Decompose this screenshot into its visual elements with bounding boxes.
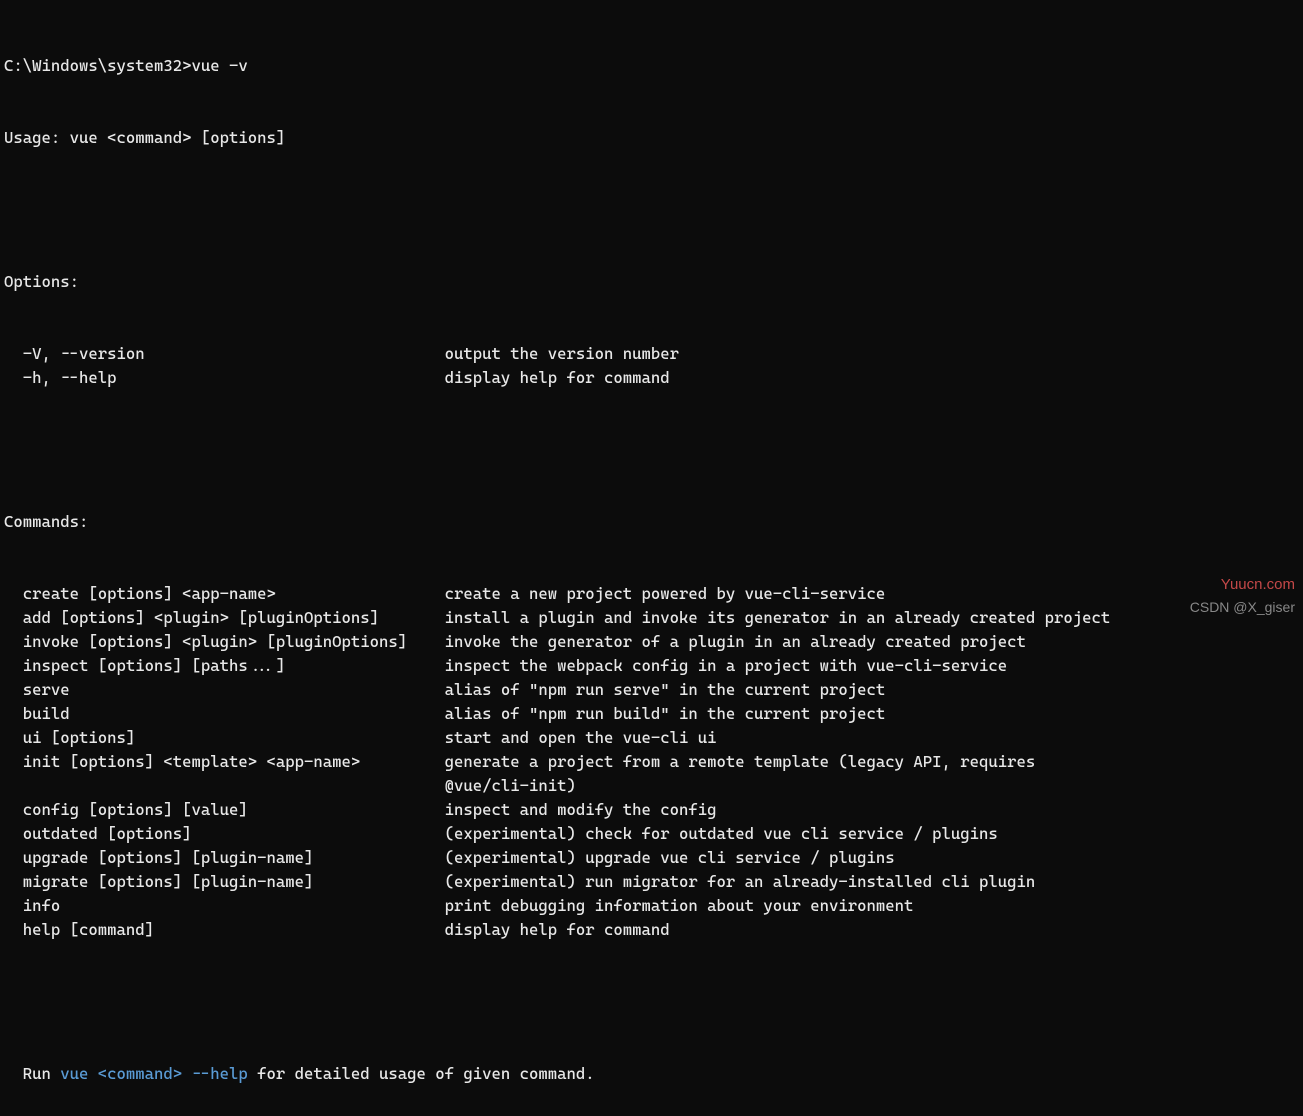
commands-header: Commands:: [4, 510, 1299, 534]
command-desc: create a new project powered by vue-cli-…: [445, 582, 1299, 606]
command-name: config [options] [value]: [4, 798, 445, 822]
options-header: Options:: [4, 270, 1299, 294]
footer-line: Run vue <command> --help for detailed us…: [4, 1062, 1299, 1086]
command-desc: inspect the webpack config in a project …: [445, 654, 1299, 678]
usage-line: Usage: vue <command> [options]: [4, 126, 1299, 150]
option-desc: display help for command: [445, 366, 1299, 390]
command-row: add [options] <plugin> [pluginOptions]in…: [4, 606, 1299, 630]
command-name: info: [4, 894, 445, 918]
command-desc: alias of "npm run build" in the current …: [445, 702, 1299, 726]
command-desc: start and open the vue-cli ui: [445, 726, 1299, 750]
command-row: servealias of "npm run serve" in the cur…: [4, 678, 1299, 702]
command-name: serve: [4, 678, 445, 702]
command-row: migrate [options] [plugin-name](experime…: [4, 870, 1299, 894]
command-desc: generate a project from a remote templat…: [445, 750, 1299, 774]
command-row: config [options] [value]inspect and modi…: [4, 798, 1299, 822]
command-row: ui [options]start and open the vue-cli u…: [4, 726, 1299, 750]
command-desc: (experimental) upgrade vue cli service /…: [445, 846, 1299, 870]
options-list: -V, --versionoutput the version number-h…: [4, 342, 1299, 390]
terminal-output[interactable]: C:\Windows\system32>vue -v Usage: vue <c…: [0, 0, 1303, 1116]
command-desc: install a plugin and invoke its generato…: [445, 606, 1299, 630]
command-row: upgrade [options] [plugin-name](experime…: [4, 846, 1299, 870]
option-flag: -h, --help: [4, 366, 445, 390]
command-row: create [options] <app-name>create a new …: [4, 582, 1299, 606]
command-desc: display help for command: [445, 918, 1299, 942]
command-row: inspect [options] [paths...]inspect the …: [4, 654, 1299, 678]
command-row: help [command]display help for command: [4, 918, 1299, 942]
command-name: [4, 774, 445, 798]
command-desc: print debugging information about your e…: [445, 894, 1299, 918]
command-desc: alias of "npm run serve" in the current …: [445, 678, 1299, 702]
option-row: -V, --versionoutput the version number: [4, 342, 1299, 366]
footer-suffix: for detailed usage of given command.: [248, 1064, 595, 1083]
command-row: buildalias of "npm run build" in the cur…: [4, 702, 1299, 726]
command-name: outdated [options]: [4, 822, 445, 846]
blank-line: [4, 990, 1299, 1014]
option-desc: output the version number: [445, 342, 1299, 366]
command-name: invoke [options] <plugin> [pluginOptions…: [4, 630, 445, 654]
typed-command: vue -v: [192, 56, 248, 75]
command-name: ui [options]: [4, 726, 445, 750]
footer-prefix: Run: [4, 1064, 60, 1083]
option-row: -h, --helpdisplay help for command: [4, 366, 1299, 390]
command-name: add [options] <plugin> [pluginOptions]: [4, 606, 445, 630]
prompt: C:\Windows\system32>: [4, 56, 192, 75]
command-name: help [command]: [4, 918, 445, 942]
commands-list: create [options] <app-name>create a new …: [4, 582, 1299, 942]
command-name: inspect [options] [paths...]: [4, 654, 445, 678]
command-row: @vue/cli-init): [4, 774, 1299, 798]
command-name: build: [4, 702, 445, 726]
blank-line: [4, 438, 1299, 462]
command-row: init [options] <template> <app-name>gene…: [4, 750, 1299, 774]
command-desc: (experimental) check for outdated vue cl…: [445, 822, 1299, 846]
command-name: migrate [options] [plugin-name]: [4, 870, 445, 894]
command-name: init [options] <template> <app-name>: [4, 750, 445, 774]
command-name: upgrade [options] [plugin-name]: [4, 846, 445, 870]
command-desc: @vue/cli-init): [445, 774, 1299, 798]
command-row: invoke [options] <plugin> [pluginOptions…: [4, 630, 1299, 654]
footer-highlight: vue <command> --help: [60, 1064, 248, 1083]
command-desc: invoke the generator of a plugin in an a…: [445, 630, 1299, 654]
command-name: create [options] <app-name>: [4, 582, 445, 606]
watermark-site: Yuucn.com: [1221, 574, 1295, 597]
command-desc: inspect and modify the config: [445, 798, 1299, 822]
command-row: outdated [options](experimental) check f…: [4, 822, 1299, 846]
command-desc: (experimental) run migrator for an alrea…: [445, 870, 1299, 894]
command-row: infoprint debugging information about yo…: [4, 894, 1299, 918]
blank-line: [4, 198, 1299, 222]
watermark-author: CSDN @X_giser: [1190, 597, 1295, 618]
prompt-line: C:\Windows\system32>vue -v: [4, 54, 1299, 78]
option-flag: -V, --version: [4, 342, 445, 366]
